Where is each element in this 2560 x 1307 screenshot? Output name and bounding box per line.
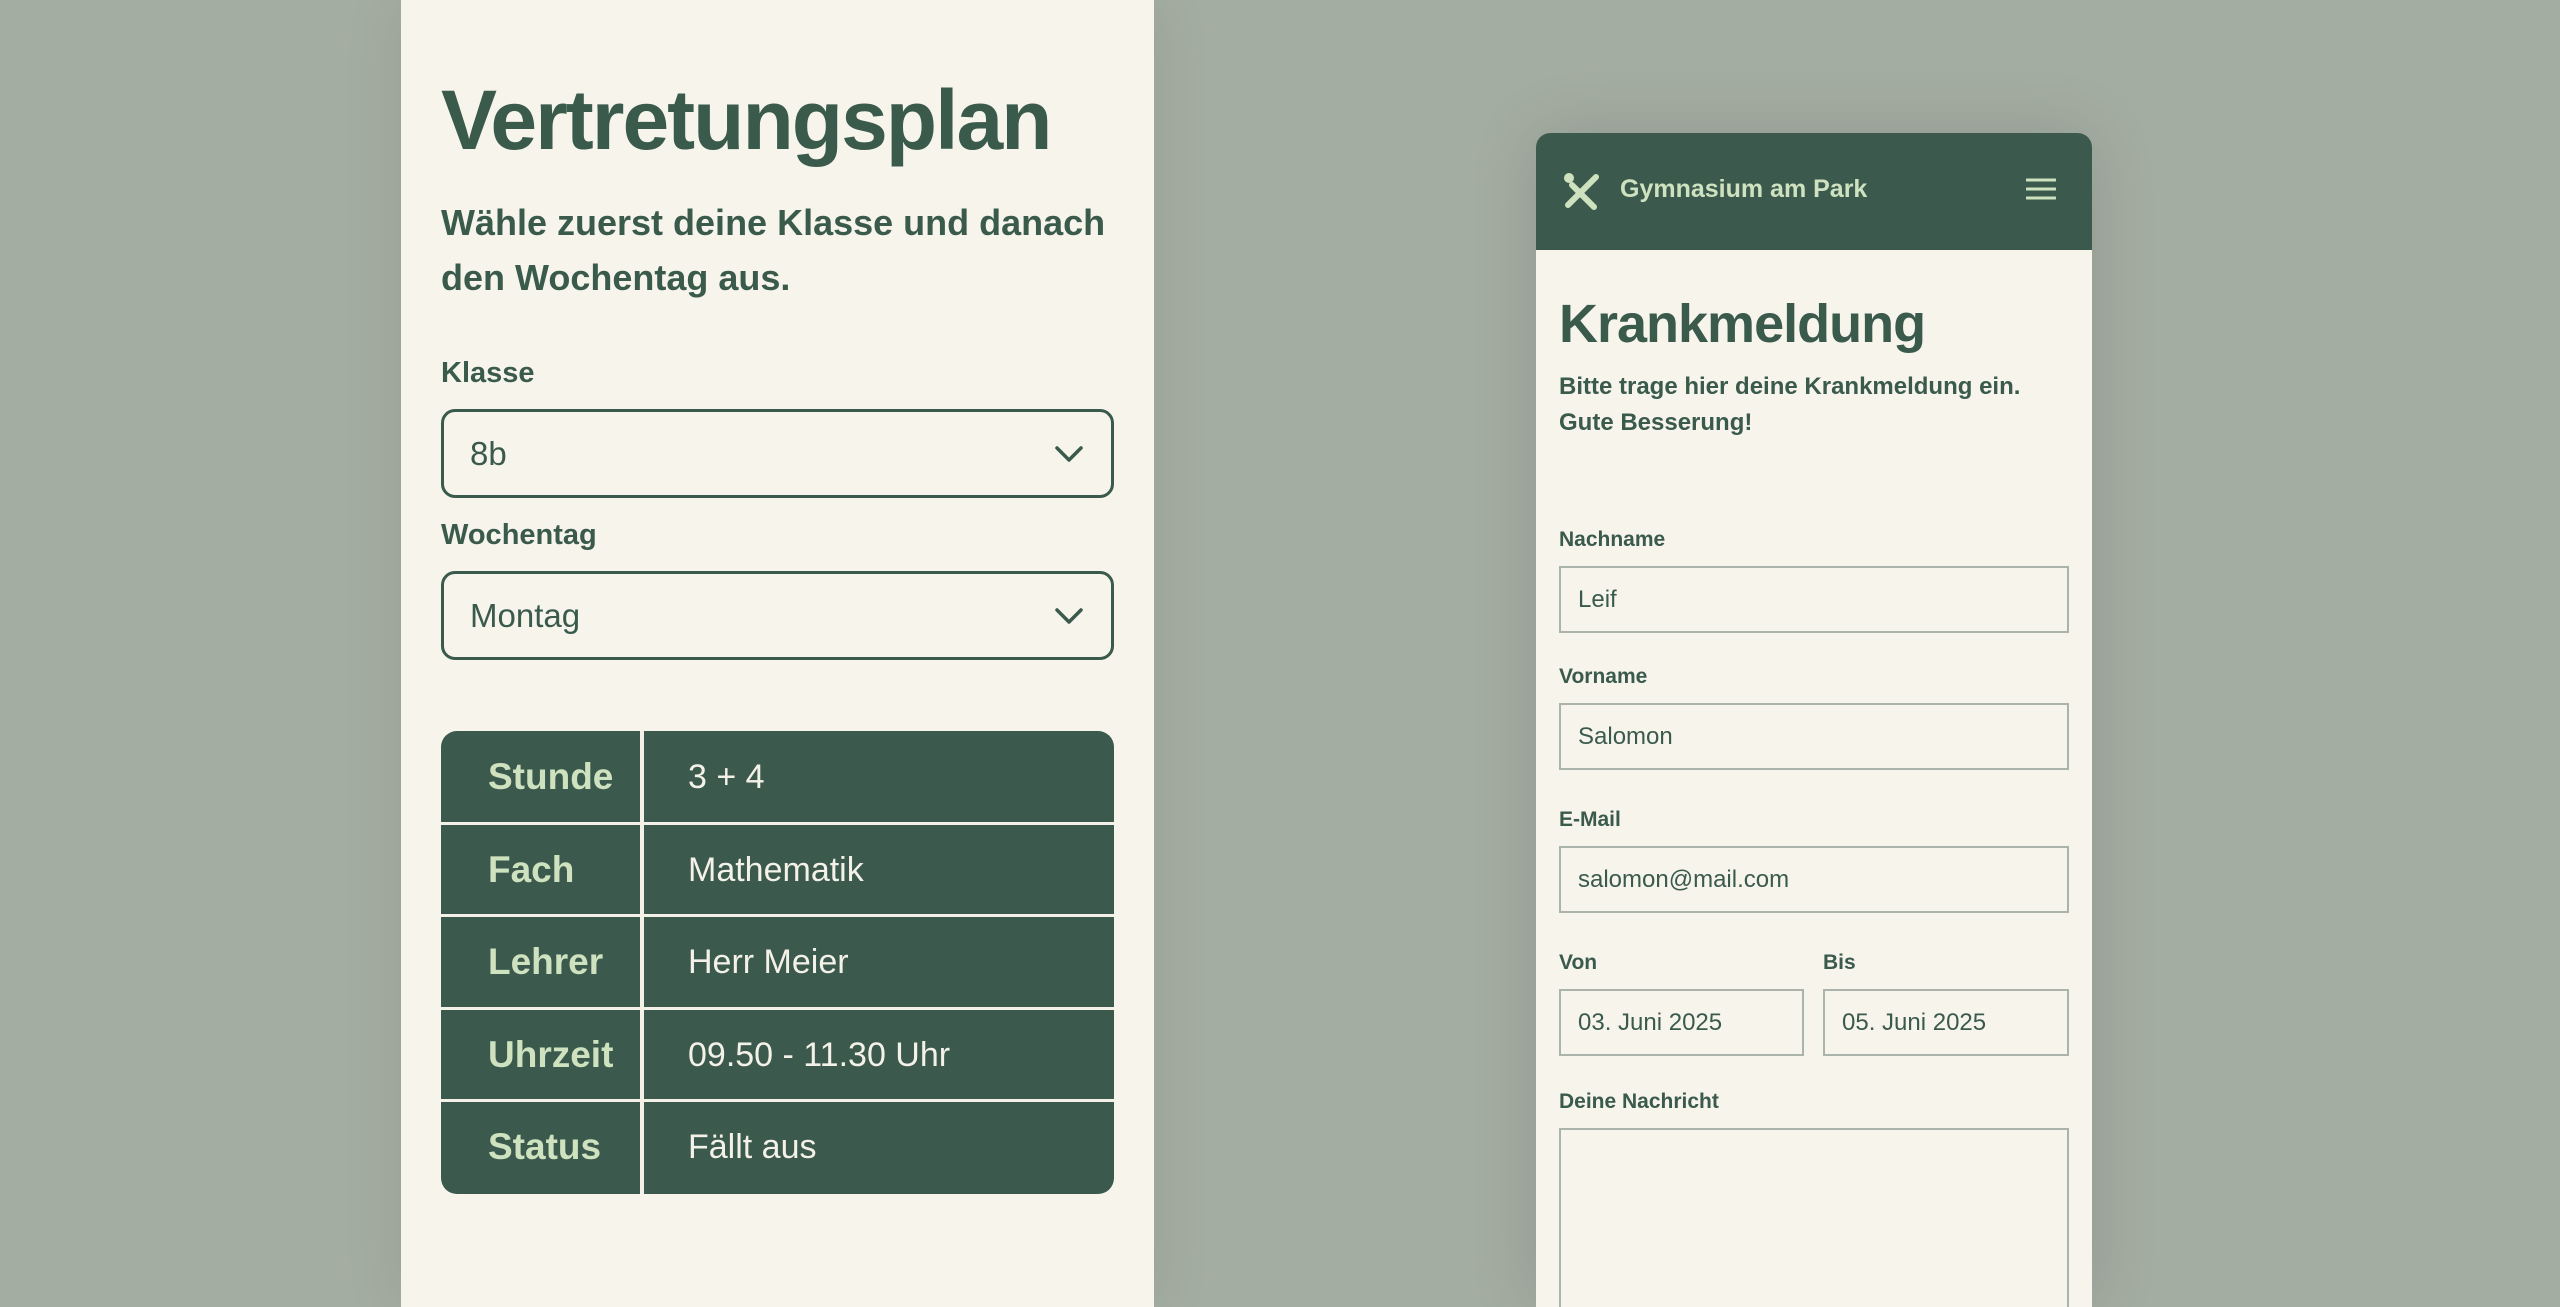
vertretungsplan-panel: Vertretungsplan Wähle zuerst deine Klass…	[401, 0, 1154, 1307]
logo-icon[interactable]	[1562, 171, 1602, 211]
email-field[interactable]: salomon@mail.com	[1559, 846, 2069, 913]
form-title: Krankmeldung	[1559, 294, 1926, 354]
schedule-value: 3 + 4	[688, 757, 765, 796]
wochentag-select[interactable]: Montag	[441, 571, 1114, 660]
email-label: E-Mail	[1559, 808, 1621, 831]
table-row: Fach Mathematik	[441, 824, 1114, 916]
schedule-value: Fällt aus	[688, 1127, 817, 1166]
wochentag-select-value: Montag	[470, 596, 581, 634]
schedule-table: Stunde 3 + 4 Fach Mathematik Lehrer Herr…	[441, 731, 1114, 1194]
klasse-label: Klasse	[441, 357, 535, 389]
table-row: Status Fällt aus	[441, 1101, 1114, 1193]
bis-value: 05. Juni 2025	[1842, 1008, 1987, 1036]
wochentag-label: Wochentag	[441, 519, 597, 551]
table-row: Uhrzeit 09.50 - 11.30 Uhr	[441, 1009, 1114, 1101]
krankmeldung-panel: Gymnasium am Park Krankmeldung Bitte tra…	[1536, 133, 2092, 1307]
chevron-down-icon	[1055, 607, 1083, 624]
von-date-field[interactable]: 03. Juni 2025	[1559, 989, 1804, 1056]
schedule-key: Lehrer	[488, 941, 604, 982]
page-subtitle: Wähle zuerst deine Klasse und danach den…	[441, 202, 1106, 298]
table-row: Lehrer Herr Meier	[441, 916, 1114, 1008]
von-label: Von	[1559, 951, 1598, 974]
schedule-value: 09.50 - 11.30 Uhr	[688, 1035, 951, 1074]
nachname-value: Leif	[1578, 585, 1617, 613]
von-value: 03. Juni 2025	[1578, 1008, 1723, 1036]
bis-date-field[interactable]: 05. Juni 2025	[1823, 989, 2069, 1056]
schedule-key: Status	[488, 1126, 602, 1167]
nachname-field[interactable]: Leif	[1559, 566, 2069, 633]
nachricht-label: Deine Nachricht	[1559, 1090, 1719, 1113]
app-header: Gymnasium am Park	[1536, 133, 2092, 250]
schedule-key: Stunde	[488, 756, 614, 797]
school-name[interactable]: Gymnasium am Park	[1620, 175, 1867, 204]
nachricht-textarea[interactable]	[1559, 1128, 2069, 1307]
schedule-value: Herr Meier	[688, 942, 849, 981]
chevron-down-icon	[1055, 445, 1083, 462]
stage: Vertretungsplan Wähle zuerst deine Klass…	[0, 0, 2560, 1307]
page-title: Vertretungsplan	[441, 73, 1052, 167]
nachname-label: Nachname	[1559, 528, 1666, 551]
schedule-key: Fach	[488, 849, 575, 890]
bis-label: Bis	[1823, 951, 1856, 974]
vorname-field[interactable]: Salomon	[1559, 703, 2069, 770]
column-divider	[640, 731, 644, 1194]
email-value: salomon@mail.com	[1578, 865, 1790, 893]
form-subtitle: Bitte trage hier deine Krankmeldung ein.…	[1559, 373, 2021, 436]
schedule-key: Uhrzeit	[488, 1034, 614, 1075]
klasse-select[interactable]: 8b	[441, 409, 1114, 498]
hamburger-menu-icon[interactable]	[2026, 177, 2056, 201]
klasse-select-value: 8b	[470, 434, 507, 472]
schedule-value: Mathematik	[688, 850, 864, 889]
table-row: Stunde 3 + 4	[441, 731, 1114, 823]
vorname-value: Salomon	[1578, 722, 1673, 750]
vorname-label: Vorname	[1559, 665, 1648, 688]
